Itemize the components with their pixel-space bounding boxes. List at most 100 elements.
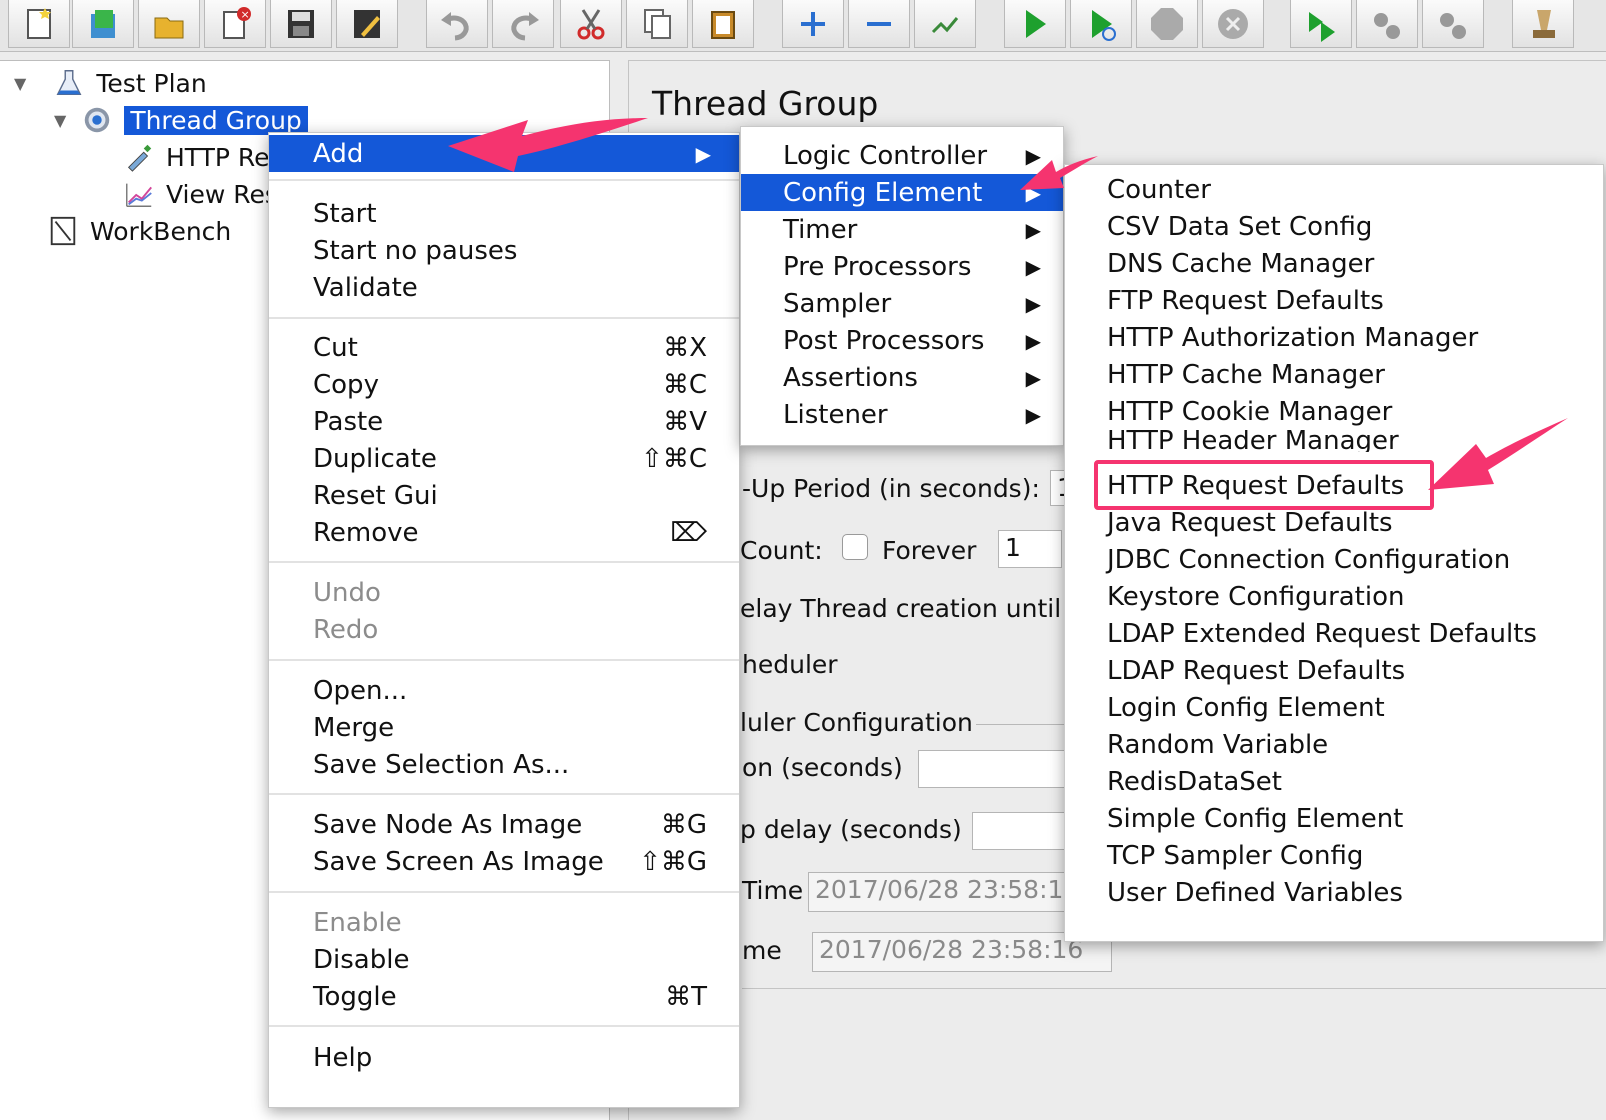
expand-arrow-icon[interactable]: ▼ bbox=[14, 74, 26, 93]
config-item-dns-cache-manager[interactable]: DNS Cache Manager bbox=[1065, 245, 1603, 282]
menu-item-save-node-image[interactable]: Save Node As Image ⌘G bbox=[269, 806, 739, 843]
save-icon[interactable] bbox=[270, 0, 332, 48]
start-icon[interactable] bbox=[1004, 0, 1066, 48]
redo-icon[interactable] bbox=[492, 0, 554, 48]
menu-item-start[interactable]: Start bbox=[269, 195, 739, 232]
submenu-item-listener[interactable]: Listener ▶ bbox=[741, 396, 1063, 433]
submenu-arrow-icon: ▶ bbox=[1025, 291, 1041, 316]
menu-label: Enable bbox=[313, 907, 402, 938]
menu-item-redo[interactable]: Redo bbox=[269, 611, 739, 648]
shortcut-label: ⌘V bbox=[663, 406, 707, 437]
config-item-counter[interactable]: Counter bbox=[1065, 171, 1603, 208]
menu-item-reset-gui[interactable]: Reset Gui bbox=[269, 477, 739, 514]
menu-item-validate[interactable]: Validate bbox=[269, 269, 739, 306]
submenu-item-sampler[interactable]: Sampler ▶ bbox=[741, 285, 1063, 322]
menu-label: Remove bbox=[313, 517, 419, 548]
start-time-field[interactable]: 2017/06/28 23:58:16 bbox=[808, 872, 1066, 912]
remote-stop-icon[interactable] bbox=[1356, 0, 1418, 48]
config-item-redis-data-set[interactable]: RedisDataSet bbox=[1065, 763, 1603, 800]
menu-item-cut[interactable]: Cut ⌘X bbox=[269, 329, 739, 366]
menu-item-open[interactable]: Open... bbox=[269, 672, 739, 709]
menu-label: Java Request Defaults bbox=[1107, 507, 1393, 538]
expand-arrow-icon[interactable]: ▼ bbox=[54, 111, 66, 130]
copy-icon[interactable] bbox=[626, 0, 688, 48]
config-item-http-cache-manager[interactable]: HTTP Cache Manager bbox=[1065, 356, 1603, 393]
menu-item-disable[interactable]: Disable bbox=[269, 941, 739, 978]
menu-item-copy[interactable]: Copy ⌘C bbox=[269, 366, 739, 403]
menu-item-save-selection[interactable]: Save Selection As... bbox=[269, 746, 739, 783]
scheduler-label: heduler bbox=[742, 650, 838, 679]
config-item-ldap-request-defaults[interactable]: LDAP Request Defaults bbox=[1065, 652, 1603, 689]
tree-node-test-plan[interactable]: ▼ Test Plan bbox=[14, 66, 207, 100]
submenu-item-assertions[interactable]: Assertions ▶ bbox=[741, 359, 1063, 396]
menu-item-start-no-pauses[interactable]: Start no pauses bbox=[269, 232, 739, 269]
menu-label: Random Variable bbox=[1107, 729, 1329, 760]
menu-label: Disable bbox=[313, 944, 410, 975]
menu-item-help[interactable]: Help bbox=[269, 1039, 739, 1076]
submenu-item-config-element[interactable]: Config Element ▶ bbox=[741, 174, 1063, 211]
collapse-icon[interactable] bbox=[848, 0, 910, 48]
menu-item-add[interactable]: Add ▶ bbox=[269, 135, 739, 172]
cut-icon[interactable] bbox=[560, 0, 622, 48]
config-item-csv-data-set-config[interactable]: CSV Data Set Config bbox=[1065, 208, 1603, 245]
menu-item-paste[interactable]: Paste ⌘V bbox=[269, 403, 739, 440]
svg-text:×: × bbox=[241, 8, 250, 21]
tree-node-workbench[interactable]: WorkBench bbox=[46, 214, 231, 248]
config-item-keystore-configuration[interactable]: Keystore Configuration bbox=[1065, 578, 1603, 615]
tree-node-http-request[interactable]: HTTP Re bbox=[122, 140, 270, 174]
startup-delay-field[interactable] bbox=[972, 812, 1066, 850]
panel-title: Thread Group bbox=[652, 84, 879, 123]
menu-item-save-screen-image[interactable]: Save Screen As Image ⇧⌘G bbox=[269, 843, 739, 880]
menu-label: Login Config Element bbox=[1107, 692, 1385, 723]
menu-label: Assertions bbox=[783, 362, 918, 393]
duration-field[interactable] bbox=[918, 750, 1066, 788]
config-item-http-header-manager[interactable]: HTTP Header Manager bbox=[1065, 430, 1603, 452]
start-time-label: Time bbox=[742, 876, 804, 905]
config-item-http-cookie-manager[interactable]: HTTP Cookie Manager bbox=[1065, 393, 1603, 430]
config-item-simple-config-element[interactable]: Simple Config Element bbox=[1065, 800, 1603, 837]
save-as-icon[interactable] bbox=[336, 0, 398, 48]
shortcut-label: ⇧⌘C bbox=[641, 443, 707, 474]
forever-checkbox[interactable] bbox=[842, 534, 868, 560]
start-no-pauses-icon[interactable] bbox=[1070, 0, 1132, 48]
panel-divider bbox=[742, 988, 1606, 989]
submenu-item-timer[interactable]: Timer ▶ bbox=[741, 211, 1063, 248]
open-icon[interactable] bbox=[138, 0, 200, 48]
config-item-jdbc-connection-configuration[interactable]: JDBC Connection Configuration bbox=[1065, 541, 1603, 578]
undo-icon[interactable] bbox=[426, 0, 488, 48]
config-item-http-authorization-manager[interactable]: HTTP Authorization Manager bbox=[1065, 319, 1603, 356]
menu-item-remove[interactable]: Remove ⌦ bbox=[269, 514, 739, 551]
submenu-item-logic-controller[interactable]: Logic Controller ▶ bbox=[741, 137, 1063, 174]
menu-item-toggle[interactable]: Toggle ⌘T bbox=[269, 978, 739, 1015]
menu-item-duplicate[interactable]: Duplicate ⇧⌘C bbox=[269, 440, 739, 477]
toggle-icon[interactable] bbox=[914, 0, 976, 48]
config-item-login-config-element[interactable]: Login Config Element bbox=[1065, 689, 1603, 726]
expand-icon[interactable] bbox=[782, 0, 844, 48]
menu-item-merge[interactable]: Merge bbox=[269, 709, 739, 746]
menu-item-undo[interactable]: Undo bbox=[269, 574, 739, 611]
stop-icon[interactable] bbox=[1136, 0, 1198, 48]
loop-count-label: Count: bbox=[740, 536, 823, 565]
clear-icon[interactable] bbox=[1512, 0, 1574, 48]
menu-label: Config Element bbox=[783, 177, 983, 208]
loop-count-field[interactable]: 1 bbox=[998, 530, 1062, 568]
remote-start-icon[interactable] bbox=[1290, 0, 1352, 48]
menu-label: Merge bbox=[313, 712, 395, 743]
close-icon[interactable]: × bbox=[204, 0, 266, 48]
shutdown-icon[interactable] bbox=[1202, 0, 1264, 48]
submenu-item-pre-processors[interactable]: Pre Processors ▶ bbox=[741, 248, 1063, 285]
tree-node-view-results[interactable]: View Res bbox=[122, 177, 278, 211]
config-item-user-defined-variables[interactable]: User Defined Variables bbox=[1065, 874, 1603, 911]
submenu-item-post-processors[interactable]: Post Processors ▶ bbox=[741, 322, 1063, 359]
startup-delay-label: p delay (seconds) bbox=[740, 815, 962, 844]
config-item-tcp-sampler-config[interactable]: TCP Sampler Config bbox=[1065, 837, 1603, 874]
new-icon[interactable] bbox=[8, 0, 70, 48]
templates-icon[interactable] bbox=[72, 0, 134, 48]
shortcut-label: ⌘C bbox=[662, 369, 707, 400]
config-item-random-variable[interactable]: Random Variable bbox=[1065, 726, 1603, 763]
paste-icon[interactable] bbox=[692, 0, 754, 48]
remote-shutdown-icon[interactable] bbox=[1422, 0, 1484, 48]
config-item-ldap-extended-request-defaults[interactable]: LDAP Extended Request Defaults bbox=[1065, 615, 1603, 652]
menu-item-enable[interactable]: Enable bbox=[269, 904, 739, 941]
config-item-ftp-request-defaults[interactable]: FTP Request Defaults bbox=[1065, 282, 1603, 319]
